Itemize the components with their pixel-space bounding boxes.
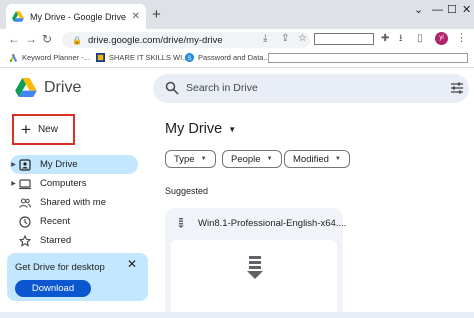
filter-modified[interactable]: Modified ▼ <box>284 150 350 168</box>
desktop-promo-card: Get Drive for desktop ✕ Download <box>7 253 148 301</box>
search-bar[interactable]: Search in Drive <box>153 74 469 103</box>
tab-close-icon[interactable]: ✕ <box>132 11 140 22</box>
google-drive-favicon <box>12 11 24 22</box>
sidebar-item-recent[interactable]: Recent <box>10 212 138 231</box>
section-heading: Suggested <box>165 186 209 196</box>
sidebar-item-label: Starred <box>40 235 72 246</box>
bookmark-star-icon[interactable]: ☆ <box>298 33 307 45</box>
sidebar-item-label: My Drive <box>40 159 78 170</box>
address-bar[interactable]: 🔒 drive.google.com/drive/my-drive <box>62 32 310 48</box>
computer-icon <box>19 178 31 189</box>
promo-title: Get Drive for desktop <box>15 262 105 273</box>
bookmark-label: Password and Data... <box>198 53 270 62</box>
chrome-menu-icon[interactable]: ⋮ <box>456 31 467 44</box>
my-drive-icon <box>19 158 31 171</box>
chevron-down-icon: ▼ <box>200 156 207 162</box>
browser-window: My Drive - Google Drive ✕ + ⌄ — ☐ ✕ ← → … <box>0 0 474 318</box>
chevron-down-icon: ▼ <box>266 156 273 162</box>
tab-search-icon[interactable]: ⌄ <box>414 3 423 17</box>
forward-icon[interactable]: → <box>25 31 37 47</box>
expand-caret-icon[interactable]: ▶ <box>10 161 17 168</box>
filter-label: Modified <box>293 153 329 165</box>
sidebar-item-computers[interactable]: ▶ Computers <box>10 174 138 193</box>
filter-label: Type <box>174 153 195 165</box>
drive-brand[interactable]: Drive <box>44 79 81 97</box>
google-drive-logo[interactable] <box>15 78 37 97</box>
back-icon[interactable]: ← <box>8 31 20 47</box>
close-icon[interactable]: ✕ <box>127 257 137 271</box>
bookmarks-bar: Keyword Planner -... SHARE IT SKILLS WI.… <box>0 50 474 68</box>
bookmark-share-it-skills[interactable]: SHARE IT SKILLS WI... <box>96 53 188 62</box>
filter-type[interactable]: Type ▼ <box>165 150 216 168</box>
url-text: drive.google.com/drive/my-drive <box>87 34 223 46</box>
sidebar-item-starred[interactable]: Starred <box>10 231 138 250</box>
filter-label: People <box>231 153 261 165</box>
google-ads-icon <box>9 53 18 62</box>
sidebar-item-shared[interactable]: Shared with me <box>10 193 138 212</box>
browser-toolbar: ← → ↻ 🔒 drive.google.com/drive/my-drive … <box>0 29 474 50</box>
sidebar-item-label: Computers <box>40 178 87 189</box>
extensions-icon[interactable]: ✚ <box>381 33 389 45</box>
browser-tab[interactable]: My Drive - Google Drive ✕ <box>6 4 146 29</box>
page-title[interactable]: My Drive ▼ <box>165 121 236 137</box>
bookmark-password[interactable]: S Password and Data... <box>185 53 270 62</box>
bookmark-s-icon: S <box>185 53 194 62</box>
profile-avatar[interactable]: yl <box>435 32 448 45</box>
download-button[interactable]: Download <box>15 280 91 297</box>
bookmark-site-icon <box>96 53 105 62</box>
archive-file-icon <box>247 256 263 279</box>
search-input[interactable]: Search in Drive <box>186 82 258 94</box>
suggested-file-card[interactable]: Win8.1-Professional-English-x64.... <box>165 208 347 318</box>
chevron-down-icon: ▼ <box>334 156 341 162</box>
side-panel-icon[interactable]: ▯ <box>417 33 423 45</box>
lock-icon: 🔒 <box>72 35 82 45</box>
sidebar-item-label: Recent <box>40 216 71 227</box>
dropdown-arrow-icon: ▼ <box>228 124 237 134</box>
plus-icon: + <box>21 120 31 139</box>
reload-icon[interactable]: ↻ <box>42 31 52 47</box>
bookmark-label: SHARE IT SKILLS WI... <box>109 53 189 62</box>
expand-caret-icon[interactable]: ▶ <box>10 180 17 187</box>
people-icon <box>19 197 31 208</box>
svg-text:S: S <box>187 55 191 62</box>
file-thumbnail[interactable] <box>171 240 337 318</box>
bookmark-label: Keyword Planner -... <box>22 53 90 62</box>
page-title-text: My Drive <box>165 121 223 137</box>
tab-title: My Drive - Google Drive <box>30 11 126 22</box>
window-close-icon[interactable]: ✕ <box>462 3 471 17</box>
new-button[interactable]: + New <box>16 117 71 142</box>
star-icon <box>19 234 31 247</box>
redacted-extension <box>314 33 374 45</box>
download-icon[interactable]: ⭳ <box>399 33 403 45</box>
redacted-bookmarks <box>268 53 468 63</box>
filter-people[interactable]: People ▼ <box>222 150 282 168</box>
bottom-edge <box>0 312 474 318</box>
search-options-icon[interactable] <box>450 81 464 95</box>
bookmark-keyword-planner[interactable]: Keyword Planner -... <box>9 53 90 62</box>
sidebar-item-my-drive[interactable]: ▶ My Drive <box>10 155 138 174</box>
install-app-icon[interactable]: ⤓ <box>263 33 267 45</box>
new-tab-button[interactable]: + <box>152 6 161 24</box>
sidebar-item-label: Shared with me <box>40 197 107 208</box>
new-button-label: New <box>37 124 58 135</box>
tab-strip: My Drive - Google Drive ✕ + ⌄ — ☐ ✕ <box>0 0 474 29</box>
file-name: Win8.1-Professional-English-x64.... <box>198 218 347 229</box>
maximize-icon[interactable]: ☐ <box>447 3 457 17</box>
archive-file-icon <box>178 218 184 228</box>
search-icon[interactable] <box>165 81 179 95</box>
minimize-icon[interactable]: — <box>432 3 443 17</box>
share-icon[interactable]: ⇪ <box>281 33 289 45</box>
clock-icon <box>19 215 31 228</box>
